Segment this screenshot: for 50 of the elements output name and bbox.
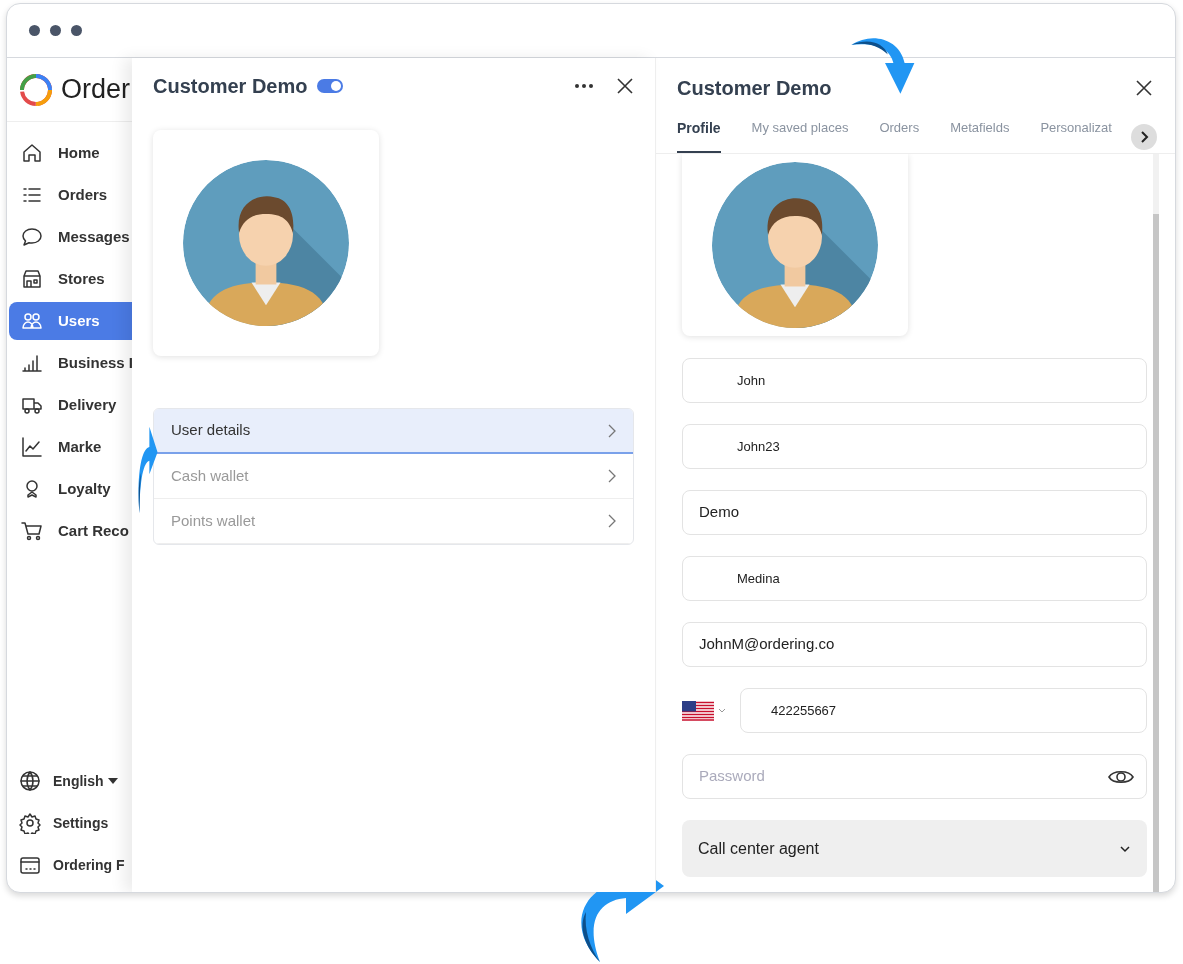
sidebar-item[interactable]: Settings (9, 804, 109, 842)
logo-icon (19, 72, 53, 107)
sidebar-item[interactable]: Users (9, 302, 132, 340)
globe-icon (19, 770, 41, 792)
input-field[interactable]: John23 (682, 424, 1147, 469)
caret-icon (107, 778, 118, 784)
home-icon (21, 142, 43, 164)
users-icon (21, 310, 43, 332)
scroll-right-icon[interactable] (1131, 124, 1157, 150)
sidebar-item[interactable]: Business I (9, 344, 132, 382)
panel-title: Customer Demo (153, 74, 308, 99)
input-field[interactable]: JohnM@ordering.co (682, 622, 1147, 667)
close-icon[interactable] (1135, 79, 1153, 97)
sidebar-item[interactable]: Ordering F (9, 846, 125, 884)
sidebar-item[interactable]: English (9, 762, 118, 800)
toggle-switch[interactable] (317, 79, 344, 93)
sidebar-item[interactable]: Orders (9, 176, 108, 214)
menu-item[interactable]: User details (154, 409, 633, 454)
more-icon[interactable] (574, 83, 594, 89)
chat-bubble-icon (21, 226, 43, 248)
placeholder-text: Password (699, 766, 766, 787)
sidebar-item[interactable]: Stores (9, 260, 105, 298)
browser-window-icon (19, 854, 41, 876)
chevron-down-icon (718, 708, 726, 713)
scrollbar-thumb[interactable] (1153, 214, 1159, 892)
close-icon[interactable] (616, 77, 634, 95)
logo-text: Order (61, 73, 131, 107)
chevron-right-icon (608, 423, 616, 438)
chevron-down-icon (1119, 844, 1131, 853)
phone-field[interactable]: 422255667 (740, 688, 1147, 733)
store-icon (21, 268, 43, 290)
input-field[interactable]: Demo (682, 490, 1147, 535)
sidebar-item[interactable]: Marke (9, 428, 102, 466)
flag-icon[interactable] (682, 700, 714, 721)
input-field[interactable]: Medina (682, 556, 1147, 601)
cart-icon (21, 520, 43, 542)
sidebar-item[interactable]: Home (9, 134, 100, 172)
role-select[interactable]: Call center agent (682, 820, 1147, 877)
tab[interactable]: Profile (677, 118, 721, 153)
sidebar-item[interactable]: Loyalty (9, 470, 111, 508)
sidebar-item[interactable]: Delivery (9, 386, 117, 424)
chevron-right-icon (608, 514, 616, 528)
input-field[interactable]: John (682, 358, 1147, 403)
chevron-right-icon (608, 469, 616, 483)
line-chart-icon (21, 436, 43, 458)
bar-chart-icon (21, 352, 43, 374)
sidebar-item[interactable]: Messages (9, 218, 130, 256)
sidebar-item[interactable]: Cart Reco (9, 512, 129, 550)
settings-icon (19, 812, 41, 834)
panel-title: Customer Demo (677, 76, 832, 101)
